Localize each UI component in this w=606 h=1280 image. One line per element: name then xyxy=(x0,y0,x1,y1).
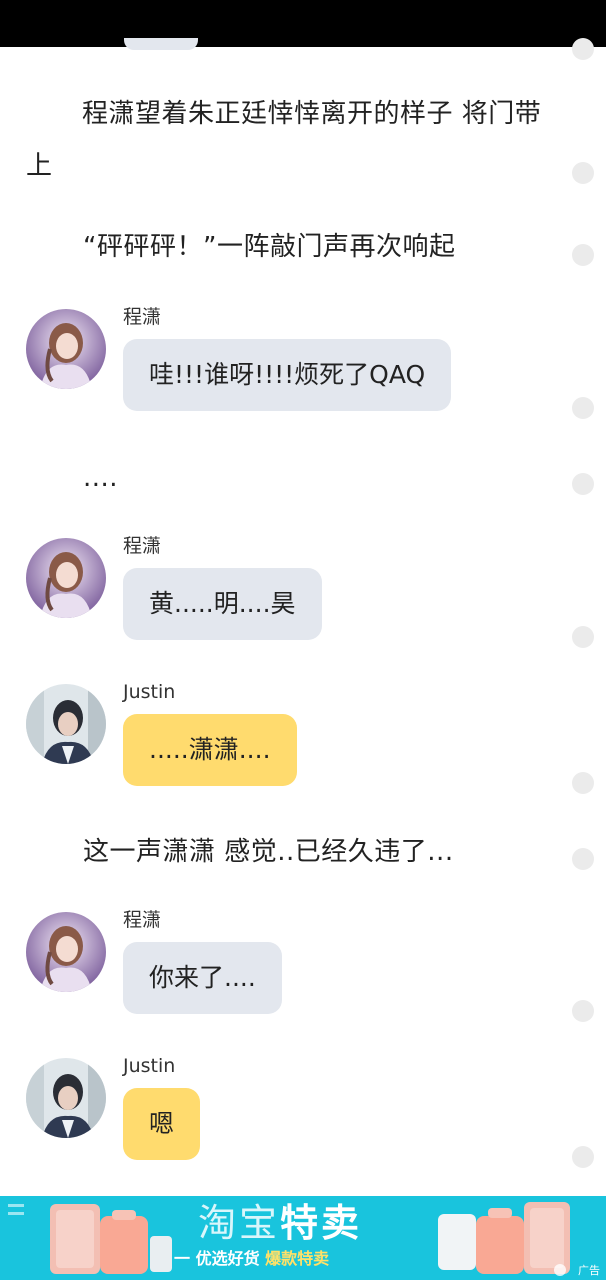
chat-bubble: 你来了.... xyxy=(123,942,282,1014)
chat-bubble: .....潇潇.... xyxy=(123,714,297,786)
speaker-name: 程潇 xyxy=(123,306,162,328)
ad-close-icon[interactable] xyxy=(554,1264,566,1276)
comment-marker[interactable] xyxy=(572,626,594,648)
chat-message: Justin .....潇潇.... xyxy=(0,681,606,804)
speaker-name: 程潇 xyxy=(123,535,162,557)
comment-marker[interactable] xyxy=(572,1000,594,1022)
ad-banner[interactable]: 淘宝特卖 一 优选好货 爆款特卖 广告 xyxy=(0,1196,606,1280)
avatar-chengxiao[interactable] xyxy=(26,309,106,389)
chat-message: 程潇 你来了.... xyxy=(0,909,606,1032)
comment-marker[interactable] xyxy=(572,38,594,60)
comment-marker[interactable] xyxy=(572,848,594,870)
narration-text: 程潇望着朱正廷悻悻离开的样子 将门带上 xyxy=(26,99,542,181)
avatar-chengxiao[interactable] xyxy=(26,538,106,618)
avatar-justin[interactable] xyxy=(26,684,106,764)
narration-text: 这一声潇潇 感觉..已经久违了... xyxy=(83,837,454,867)
chat-bubble: 哇!!!谁呀!!!!烦死了QAQ xyxy=(123,339,452,411)
chat-message: 程潇 哇!!!谁呀!!!!烦死了QAQ xyxy=(0,306,606,429)
ad-subtitle: 一 优选好货 爆款特卖 xyxy=(174,1249,330,1268)
comment-marker[interactable] xyxy=(572,1146,594,1168)
avatar-chengxiao[interactable] xyxy=(26,912,106,992)
comment-marker[interactable] xyxy=(572,397,594,419)
comment-marker[interactable] xyxy=(572,162,594,184)
status-bar xyxy=(0,0,606,47)
ad-label: 广告 xyxy=(578,1264,600,1277)
comment-marker[interactable] xyxy=(572,244,594,266)
speaker-name: Justin xyxy=(123,1055,176,1077)
chat-bubble: 黄.....明....昊 xyxy=(123,568,322,640)
chat-message: 程潇 黄.....明....昊 xyxy=(0,535,606,658)
comment-marker[interactable] xyxy=(572,772,594,794)
speaker-name: Justin xyxy=(123,681,176,703)
speaker-name: 程潇 xyxy=(123,909,162,931)
narration-text: “砰砰砰！”一阵敲门声再次响起 xyxy=(83,232,456,262)
avatar-justin[interactable] xyxy=(26,1058,106,1138)
narration-text: .... xyxy=(83,463,119,493)
previous-bubble-edge xyxy=(124,38,198,50)
chat-bubble: 嗯 xyxy=(123,1088,201,1160)
ad-title: 淘宝特卖 xyxy=(198,1201,363,1245)
chat-message: Justin 嗯 xyxy=(0,1055,606,1178)
comment-marker[interactable] xyxy=(572,473,594,495)
